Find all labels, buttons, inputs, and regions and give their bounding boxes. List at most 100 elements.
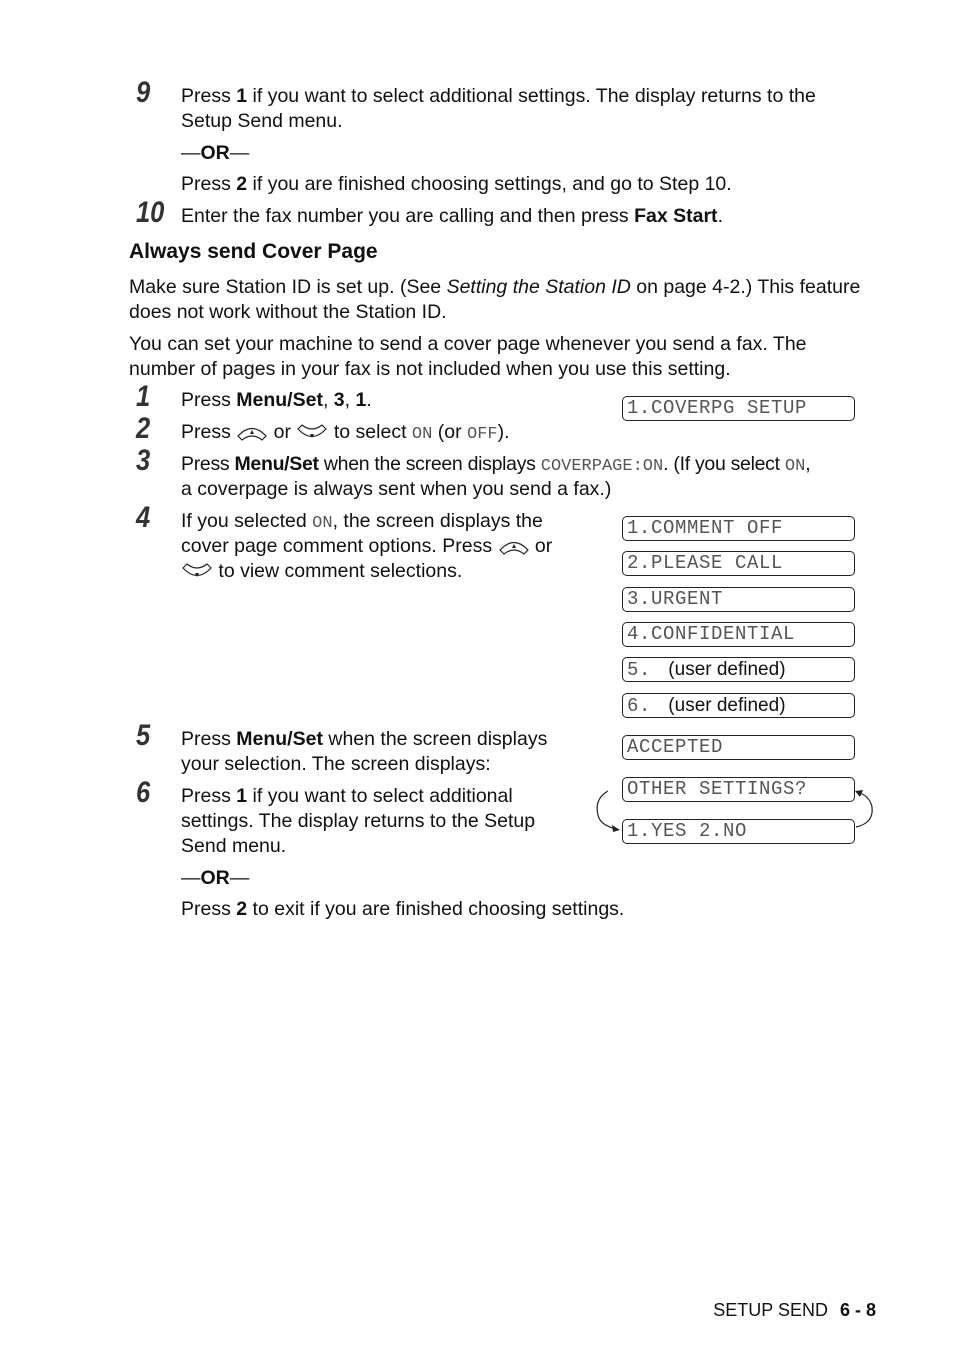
step-number: 6 — [136, 776, 151, 809]
text: Press — [181, 453, 235, 475]
step-text: Setup Send menu. — [181, 110, 343, 132]
text: , — [344, 389, 356, 411]
text: . — [717, 205, 723, 227]
lcd-display: ACCEPTED — [622, 735, 855, 760]
text: or — [268, 421, 297, 443]
key-label: Menu/Set — [236, 728, 323, 750]
text: , — [805, 453, 811, 475]
or-separator: —OR— — [181, 142, 250, 164]
cycle-arrow-right-icon — [855, 790, 873, 828]
step-text: Press 1 if you want to select additional… — [181, 84, 816, 109]
step-number: 5 — [136, 719, 151, 752]
step-number: 4 — [136, 501, 151, 534]
lcd-value: OFF — [467, 425, 498, 444]
key-label: 1 — [236, 85, 248, 107]
lcd-text: 6. — [627, 695, 664, 717]
lcd-value: ON — [312, 514, 333, 533]
text: if you want to select additional setting… — [247, 85, 816, 107]
or-label: OR — [200, 867, 230, 889]
lcd-placeholder: (user defined) — [663, 659, 786, 680]
key-label: Menu/Set — [236, 389, 323, 411]
step-number: 9 — [136, 76, 151, 109]
text: Press — [181, 173, 237, 195]
step-text: a coverpage is always sent when you send… — [181, 478, 612, 500]
lcd-placeholder: (user defined) — [663, 695, 786, 716]
text: Make sure Station ID is set up. (See — [129, 276, 447, 298]
step-text: If you selected ON, the screen displays … — [181, 509, 543, 536]
step-text: Press 1 if you want to select additional — [181, 784, 513, 809]
text: on page 4-2.) This feature — [630, 276, 861, 298]
text: Press — [181, 85, 237, 107]
or-separator: —OR— — [181, 867, 250, 889]
step-text: Press Menu/Set when the screen displays … — [181, 452, 811, 479]
down-arrow-key-icon — [182, 563, 212, 577]
text: Press — [181, 389, 237, 411]
lcd-text: 2.PLEASE CALL — [627, 552, 784, 574]
text: to view comment selections. — [213, 560, 463, 582]
text: Press — [181, 785, 237, 807]
step-alt-text: Press 2 if you are finished choosing set… — [181, 172, 732, 197]
text: Press — [181, 898, 237, 920]
key-label: 2 — [236, 898, 248, 920]
key-label: Menu/Set — [234, 453, 319, 475]
step-text: Press or to select ON (or OFF). — [181, 420, 510, 447]
cross-reference: Setting the Station ID — [446, 276, 631, 298]
step-text: Enter the fax number you are calling and… — [181, 204, 723, 229]
text: when the screen displays — [318, 453, 541, 475]
step-text: your selection. The screen displays: — [181, 753, 491, 775]
footer-section-title: SETUP SEND — [713, 1300, 828, 1320]
page-number: 6 - 8 — [839, 1300, 876, 1320]
step-text: Press Menu/Set, 3, 1. — [181, 388, 372, 413]
text: . — [366, 389, 372, 411]
step-alt-text: Press 2 to exit if you are finished choo… — [181, 897, 624, 922]
lcd-display: 5. (user defined) — [622, 657, 855, 682]
text: ). — [497, 421, 510, 443]
up-arrow-key-icon — [498, 541, 529, 555]
text: Enter the fax number you are calling and… — [181, 205, 635, 227]
text: when the screen displays — [322, 728, 548, 750]
lcd-text: 5. — [627, 659, 664, 681]
key-label: 1 — [236, 785, 248, 807]
lcd-text: 3.URGENT — [627, 588, 724, 610]
text: to select — [328, 421, 412, 443]
lcd-display: OTHER SETTINGS? — [622, 777, 855, 802]
down-arrow-key-icon — [297, 424, 328, 438]
step-text: to view comment selections. — [181, 559, 462, 584]
lcd-display: 1.COVERPG SETUP — [622, 396, 855, 421]
text: . (If you select — [663, 453, 785, 475]
paragraph-line: You can set your machine to send a cover… — [129, 333, 807, 355]
lcd-display: 6. (user defined) — [622, 693, 855, 718]
step-number: 3 — [136, 444, 151, 477]
paragraph-line: number of pages in your fax is not inclu… — [129, 358, 731, 380]
lcd-display: 3.URGENT — [622, 587, 855, 612]
step-text: Send menu. — [181, 835, 287, 857]
lcd-display: 2.PLEASE CALL — [622, 551, 855, 576]
key-label: 2 — [236, 173, 248, 195]
key-label: 3 — [333, 389, 345, 411]
lcd-display: 1.YES 2.NO — [622, 819, 855, 844]
step-number: 1 — [136, 380, 151, 413]
text: If you selected — [181, 510, 313, 532]
text: or — [529, 535, 553, 557]
text: cover page comment options. Press — [181, 535, 498, 557]
lcd-text: 1.COMMENT OFF — [627, 517, 784, 539]
step-number: 2 — [136, 412, 151, 445]
cycle-arrow-left-icon — [596, 790, 620, 832]
key-label: Fax Start — [634, 205, 718, 227]
paragraph-line: does not work without the Station ID. — [129, 301, 447, 323]
text: , the screen displays the — [332, 510, 543, 532]
or-label: OR — [200, 142, 230, 164]
lcd-value: ON — [411, 425, 433, 444]
text: if you are finished choosing settings, a… — [247, 173, 732, 195]
lcd-value: COVERPAGE:ON — [540, 457, 664, 476]
lcd-value: ON — [784, 457, 806, 476]
lcd-display: 4.CONFIDENTIAL — [622, 622, 855, 647]
text: Press — [181, 421, 237, 443]
step-number: 10 — [136, 196, 165, 229]
lcd-display: 1.COMMENT OFF — [622, 516, 855, 541]
section-heading: Always send Cover Page — [129, 240, 378, 263]
text: , — [322, 389, 334, 411]
step-text: settings. The display returns to the Set… — [181, 810, 536, 832]
page-footer: SETUP SEND 6 - 8 — [713, 1300, 876, 1321]
text: if you want to select additional — [247, 785, 513, 807]
